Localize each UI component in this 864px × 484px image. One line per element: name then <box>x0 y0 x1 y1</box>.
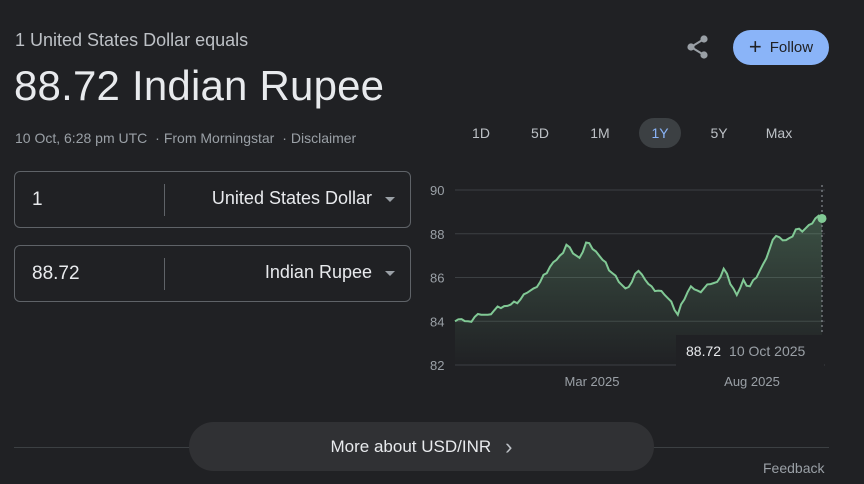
meta-line: 10 Oct, 6:28 pm UTC · From Morningstar · D… <box>15 130 356 146</box>
plus-icon: + <box>748 33 762 59</box>
y-tick-label: 82 <box>430 358 444 373</box>
last-data-point <box>817 213 827 223</box>
more-about-button[interactable]: More about USD/INR › <box>189 422 654 471</box>
tooltip-value: 88.72 <box>686 343 722 359</box>
x-tick-label: Mar 2025 <box>565 374 620 389</box>
y-tick-label: 86 <box>430 271 444 286</box>
to-currency-field: 88.72 Indian Rupee <box>14 245 411 302</box>
tab-1m[interactable]: 1M <box>584 118 616 148</box>
chart-tooltip: 88.72 10 Oct 2025 <box>676 335 824 367</box>
conversion-subtitle: 1 United States Dollar equals <box>15 30 249 50</box>
field-divider <box>164 258 165 290</box>
chevron-down-icon[interactable] <box>385 271 395 276</box>
share-icon[interactable] <box>683 32 713 62</box>
from-currency-field: 1 United States Dollar <box>14 171 411 228</box>
y-tick-label: 84 <box>430 314 444 329</box>
to-amount-input[interactable]: 88.72 <box>32 263 80 285</box>
follow-button[interactable]: + Follow <box>733 30 829 65</box>
y-axis: 90 88 86 84 82 <box>430 183 444 373</box>
from-currency-select[interactable]: United States Dollar <box>212 188 372 209</box>
follow-label: Follow <box>769 39 814 56</box>
tab-1d[interactable]: 1D <box>466 118 496 148</box>
feedback-link[interactable]: Feedback <box>763 460 824 476</box>
disclaimer-link[interactable]: Disclaimer <box>291 130 356 146</box>
from-amount-input[interactable]: 1 <box>32 189 43 211</box>
chevron-right-icon: › <box>505 433 513 459</box>
separator: · <box>155 130 160 146</box>
y-tick-label: 88 <box>430 227 444 242</box>
timestamp: 10 Oct, 6:28 pm UTC <box>15 130 148 146</box>
source-link[interactable]: From Morningstar <box>164 130 274 146</box>
range-tabs: 1D 5D 1M 1Y 5Y Max <box>460 118 820 148</box>
separator: · <box>282 130 287 146</box>
field-divider <box>164 184 165 216</box>
tooltip-date: 10 Oct 2025 <box>729 343 806 359</box>
y-tick-label: 90 <box>430 183 444 198</box>
conversion-result: 88.72 Indian Rupee <box>14 62 385 109</box>
tab-1y[interactable]: 1Y <box>639 118 681 148</box>
to-currency-select[interactable]: Indian Rupee <box>265 262 372 283</box>
tab-max[interactable]: Max <box>759 118 799 148</box>
tab-5d[interactable]: 5D <box>525 118 555 148</box>
x-tick-label: Aug 2025 <box>724 374 780 389</box>
more-about-label: More about USD/INR <box>330 436 492 456</box>
x-axis: Mar 2025 Aug 2025 <box>565 374 780 389</box>
tab-5y[interactable]: 5Y <box>704 118 734 148</box>
chevron-down-icon[interactable] <box>385 197 395 202</box>
